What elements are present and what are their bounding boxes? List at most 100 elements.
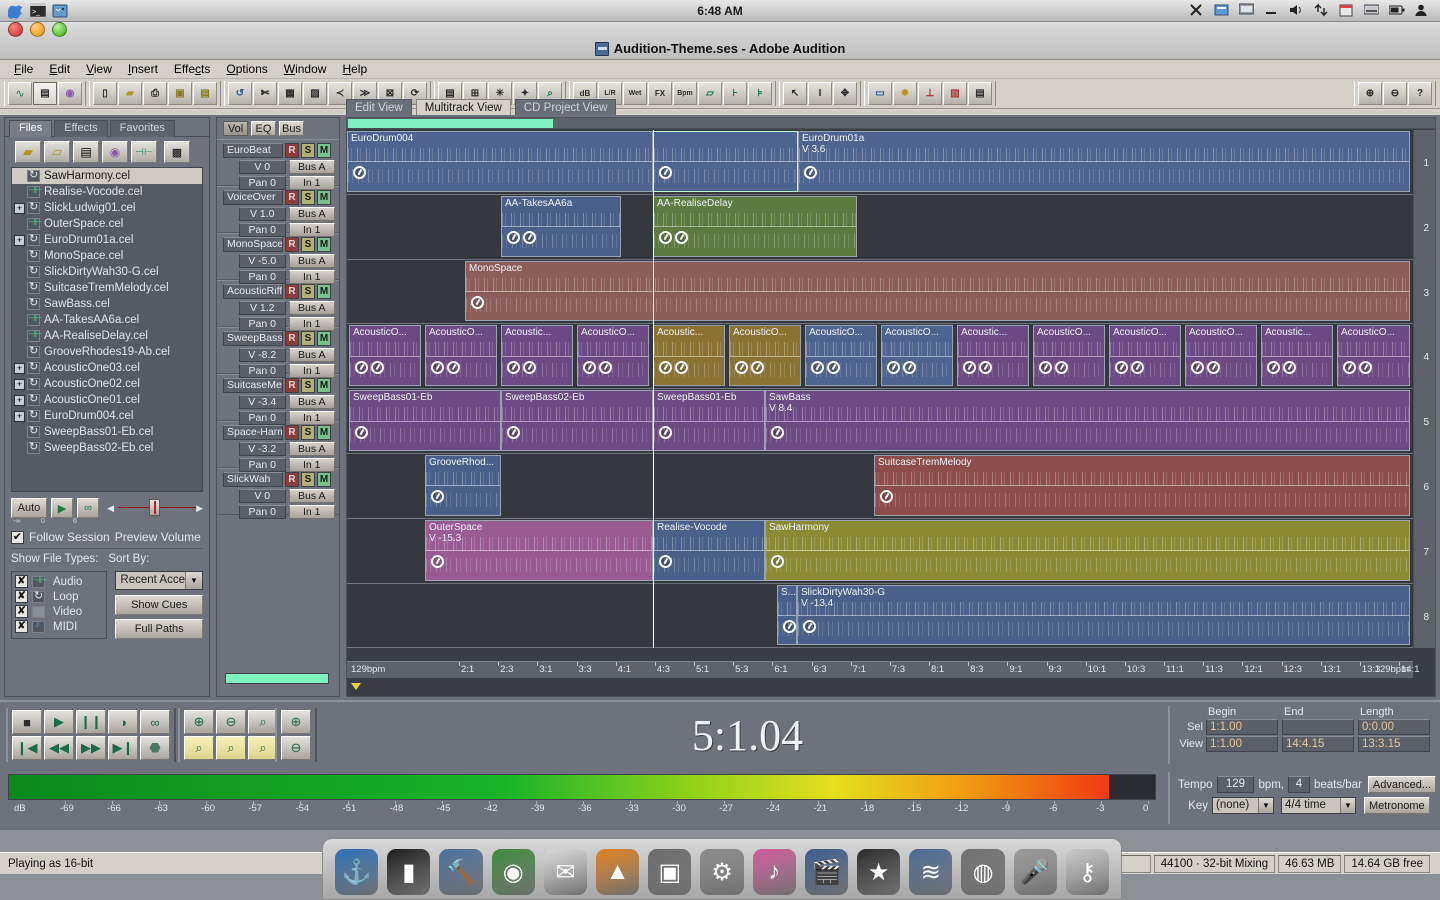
new-file-icon[interactable]: ▯: [93, 82, 117, 105]
menu-insert[interactable]: Insert: [120, 60, 166, 78]
clip-loop-handle-icon[interactable]: [1191, 360, 1204, 374]
menu-help[interactable]: Help: [334, 60, 375, 78]
record-arm-button[interactable]: R: [285, 237, 299, 252]
track-volume-field[interactable]: V 1.2: [239, 301, 286, 315]
bpm-icon[interactable]: Bpm: [673, 82, 697, 105]
clip-loop-handle-icon[interactable]: [659, 425, 672, 439]
track-lane-4[interactable]: AcousticO... AcousticO... Acoustic... Acous…: [347, 324, 1413, 390]
track-pan-field[interactable]: Pan 0: [239, 458, 286, 472]
expand-plus-icon[interactable]: +: [14, 394, 25, 406]
multitrack-timeline[interactable]: EuroDrum004 EuroDrum01a V 3.6 AA-TakesAA6a A…: [346, 117, 1436, 697]
clip-properties-handle-icon[interactable]: [1359, 360, 1372, 374]
dock-itunes-icon[interactable]: ♪: [752, 849, 796, 895]
file-list-item[interactable]: + AcousticOne01.cel: [12, 392, 202, 408]
import-file-button[interactable]: ▰: [15, 141, 41, 163]
track-control-5[interactable]: SweepBass R S M V -8.2 Bus A Pan 0 In 1: [217, 327, 339, 378]
track-pan-field[interactable]: Pan 0: [239, 411, 286, 425]
expand-plus-icon[interactable]: +: [14, 410, 25, 422]
record-arm-button[interactable]: R: [285, 143, 299, 158]
wave-insert-icon[interactable]: ⊦: [723, 82, 747, 105]
track-lanes[interactable]: EuroDrum004 EuroDrum01a V 3.6 AA-TakesAA6a A…: [347, 130, 1413, 649]
clip-properties-handle-icon[interactable]: [751, 360, 764, 374]
track-input-button[interactable]: In 1: [288, 223, 335, 237]
file-list-item[interactable]: SuitcaseTremMelody.cel: [12, 280, 202, 296]
go-to-end-button[interactable]: ▶❙: [108, 736, 138, 760]
solo-button[interactable]: S: [301, 237, 315, 252]
cd-view-icon[interactable]: ◉: [58, 82, 82, 105]
volume-left-arrow-icon[interactable]: ◀: [107, 503, 114, 514]
track-name-field[interactable]: AcousticRiff: [223, 284, 283, 299]
open-file-icon[interactable]: ▰: [118, 82, 142, 105]
wet-dry-icon[interactable]: Wet: [623, 82, 647, 105]
audio-clip[interactable]: Acoustic...: [957, 325, 1029, 387]
metronome-button[interactable]: Metronome: [1364, 797, 1430, 814]
transport-bar[interactable]: ■ ▶ ❙❙ ◑ ∞ ❙◀ ◀◀ ▶▶ ▶❙ ⬣ ⊕ ⊖ ⌕ ⌕ ⌕ ⌕ ⊕ ⊖ 5:1.04 Begi…: [0, 700, 1440, 768]
zoom-in-icon[interactable]: ⊕: [1358, 82, 1382, 105]
track-pan-field[interactable]: Pan 0: [239, 223, 286, 237]
save-icon[interactable]: ▣: [168, 82, 192, 105]
track-pan-field[interactable]: Pan 0: [239, 317, 286, 331]
track-name-field[interactable]: VoiceOver: [223, 190, 283, 205]
track-lane-6[interactable]: GrooveRhod... SuitcaseTremMelody: [347, 454, 1413, 519]
file-list[interactable]: SawHarmony.cel Realise-Vocode.cel + SlickLu…: [11, 167, 203, 492]
audio-clip[interactable]: EuroDrum004: [347, 131, 653, 192]
track-control-4[interactable]: AcousticRiff R S M V 1.2 Bus A Pan 0 In 1: [217, 280, 339, 331]
clip-properties-handle-icon[interactable]: [675, 360, 688, 374]
dock-audition-icon[interactable]: ≋: [909, 849, 953, 895]
file-list-item[interactable]: GrooveRhodes19-Ab.cel: [12, 344, 202, 360]
edit-file-button[interactable]: ⊣⊢: [131, 141, 157, 163]
track-control-2[interactable]: VoiceOver R S M V 1.0 Bus A Pan 0 In 1: [217, 186, 339, 237]
track-name-field[interactable]: SlickWah: [223, 472, 283, 487]
clip-loop-handle-icon[interactable]: [1039, 360, 1052, 374]
zoom-in-horizontal-button[interactable]: ⊕: [184, 710, 214, 734]
clip-loop-handle-icon[interactable]: [963, 360, 976, 374]
insert-into-cd-button[interactable]: ◉: [102, 141, 128, 163]
zoom-out-icon[interactable]: ⊖: [1383, 82, 1407, 105]
loop-marker-icon[interactable]: [351, 683, 361, 690]
window-minimize-button[interactable]: [30, 22, 45, 37]
mute-button[interactable]: M: [317, 472, 331, 487]
insert-into-multitrack-button[interactable]: ▤: [73, 141, 99, 163]
track-bus-button[interactable]: Bus A: [288, 348, 335, 362]
audio-clip[interactable]: AcousticO...: [1033, 325, 1105, 387]
mix-paste-icon[interactable]: ▨: [303, 82, 327, 105]
sel-length-field[interactable]: 0:0.00: [1358, 719, 1430, 735]
file-list-item[interactable]: MonoSpace.cel: [12, 248, 202, 264]
zoom-in-vertical-button[interactable]: ⊕: [281, 710, 311, 734]
dock-terminal-icon[interactable]: ▮: [387, 849, 431, 895]
clip-loop-handle-icon[interactable]: [1343, 360, 1356, 374]
clip-loop-handle-icon[interactable]: [355, 360, 368, 374]
clip-properties-handle-icon[interactable]: [1055, 360, 1068, 374]
dock-speaker-icon[interactable]: ◍: [961, 849, 1005, 895]
track-volume-field[interactable]: V 0: [239, 489, 286, 503]
track-bus-button[interactable]: Bus A: [288, 160, 335, 174]
track-bus-button[interactable]: Bus A: [288, 395, 335, 409]
clip-loop-handle-icon[interactable]: [659, 360, 672, 374]
window-controls[interactable]: [8, 22, 67, 37]
file-list-item[interactable]: + AcousticOne02.cel: [12, 376, 202, 392]
print-icon[interactable]: ⎙: [143, 82, 167, 105]
file-types-box[interactable]: ✘ Audio ✘ Loop ✘ Video ✘ ♪ MIDI: [11, 571, 108, 639]
view-tabs[interactable]: Edit View Multitrack View CD Project Vie…: [346, 99, 618, 115]
solo-button[interactable]: S: [301, 190, 315, 205]
solo-button[interactable]: S: [301, 472, 315, 487]
audio-clip[interactable]: AcousticO...: [349, 325, 421, 387]
clip-properties-handle-icon[interactable]: [903, 360, 916, 374]
track-view-mode-buttons[interactable]: Vol EQ Bus: [217, 118, 339, 139]
follow-session-checkbox[interactable]: ✔: [11, 530, 24, 544]
go-to-beginning-button[interactable]: ❙◀: [12, 736, 42, 760]
fast-forward-button[interactable]: ▶▶: [76, 736, 106, 760]
tab-effects[interactable]: Effects: [54, 120, 108, 137]
tab-cd-project-view[interactable]: CD Project View: [514, 99, 617, 115]
sort-by-select[interactable]: Recent Acce ▼: [115, 571, 203, 590]
audio-clip[interactable]: AcousticO...: [805, 325, 877, 387]
record-arm-button[interactable]: R: [285, 190, 299, 205]
tempo-field[interactable]: 129: [1216, 776, 1255, 793]
dock-usb-icon[interactable]: ⚷: [1065, 849, 1110, 895]
wave-time-icon[interactable]: ⊧: [748, 82, 772, 105]
menu-options[interactable]: Options: [218, 60, 275, 78]
clip-properties-handle-icon[interactable]: [599, 360, 612, 374]
play-to-end-button[interactable]: ◑: [108, 710, 138, 734]
expand-plus-icon[interactable]: +: [14, 378, 25, 390]
track-bus-button[interactable]: Bus A: [288, 254, 335, 268]
